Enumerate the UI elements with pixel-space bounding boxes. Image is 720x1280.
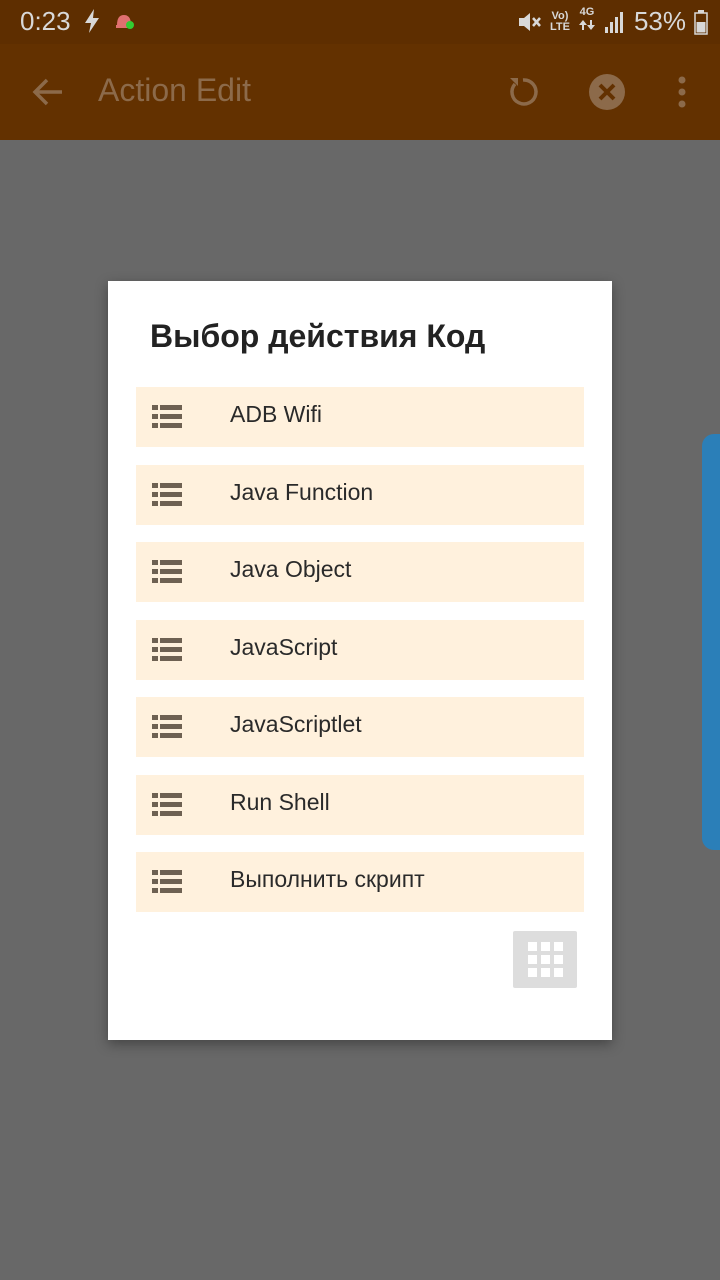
list-item-run-shell[interactable]: Run Shell (136, 774, 584, 835)
list-icon (152, 482, 182, 506)
more-vert-icon[interactable] (660, 70, 704, 114)
grid-view-button[interactable] (513, 931, 577, 988)
list-item-label: Run Shell (230, 788, 330, 815)
mute-icon (518, 12, 541, 31)
reset-icon[interactable] (501, 70, 545, 114)
dialog-title: Выбор действия Код (150, 318, 486, 354)
network-indicator: 4G (578, 7, 596, 36)
action-select-dialog: Выбор действия Код ADB Wifi Java Functio… (108, 281, 612, 1040)
list-icon (152, 715, 182, 738)
network-type-label: 4G (579, 6, 595, 18)
data-arrows-icon (578, 20, 595, 30)
app-notification-icon (116, 15, 134, 29)
list-item-label: ADB Wifi (230, 401, 322, 427)
action-bar: Action Edit (0, 44, 720, 140)
volte-top-label: Vo) (551, 9, 569, 22)
list-icon (152, 792, 182, 816)
battery-percent: 53% (633, 6, 686, 36)
list-item-java-function[interactable]: Java Function (136, 464, 584, 525)
page-title: Action Edit (98, 72, 251, 108)
list-item-javascriptlet[interactable]: JavaScriptlet (136, 697, 584, 757)
flash-icon (85, 9, 99, 33)
list-item-label: Java Function (230, 478, 374, 505)
list-item-java-object[interactable]: Java Object (136, 542, 584, 602)
list-item-label: Выполнить скрипт (230, 866, 425, 892)
list-item-javascript[interactable]: JavaScript (136, 619, 584, 680)
list-icon (152, 637, 182, 661)
volte-bottom-label: LTE (549, 20, 570, 33)
action-list: ADB Wifi Java Function Java Object JavaS… (136, 387, 584, 930)
status-notification-icons (82, 8, 136, 34)
list-icon (152, 560, 182, 583)
status-right-group: Vo) LTE 4G 53% (516, 6, 708, 37)
list-item-adb-wifi[interactable]: ADB Wifi (136, 387, 584, 447)
list-item-label: JavaScriptlet (230, 711, 362, 737)
list-item-run-script[interactable]: Выполнить скрипт (136, 852, 584, 912)
battery-icon (694, 9, 708, 35)
volte-indicator: Vo) LTE (549, 9, 570, 33)
edge-panel-handle[interactable] (702, 434, 720, 850)
status-time: 0:23 (20, 6, 71, 36)
list-item-label: JavaScript (230, 633, 338, 660)
close-circle-icon[interactable] (585, 70, 629, 114)
grid-icon (528, 942, 563, 977)
list-icon (152, 405, 182, 428)
list-item-label: Java Object (230, 556, 352, 582)
list-icon (152, 870, 182, 893)
arrow-left-icon[interactable] (26, 70, 70, 114)
signal-icon (604, 11, 623, 33)
status-bar: 0:23 Vo) LTE 4G 53% (0, 0, 720, 44)
